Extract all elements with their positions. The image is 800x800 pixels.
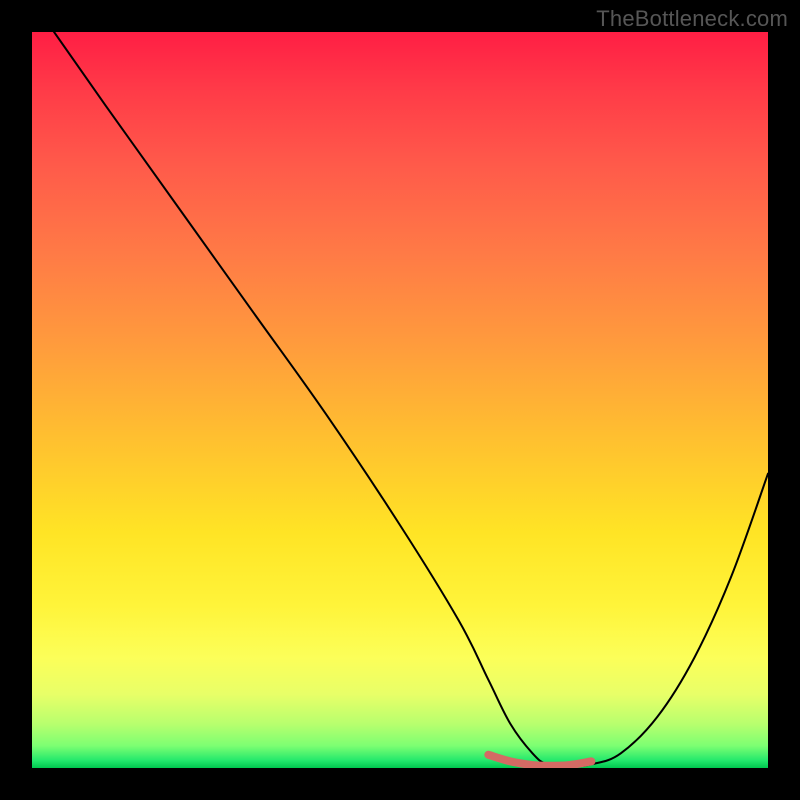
main-curve bbox=[54, 32, 768, 767]
plot-area bbox=[32, 32, 768, 768]
watermark-text: TheBottleneck.com bbox=[596, 6, 788, 32]
chart-svg bbox=[32, 32, 768, 768]
chart-container: TheBottleneck.com bbox=[0, 0, 800, 800]
